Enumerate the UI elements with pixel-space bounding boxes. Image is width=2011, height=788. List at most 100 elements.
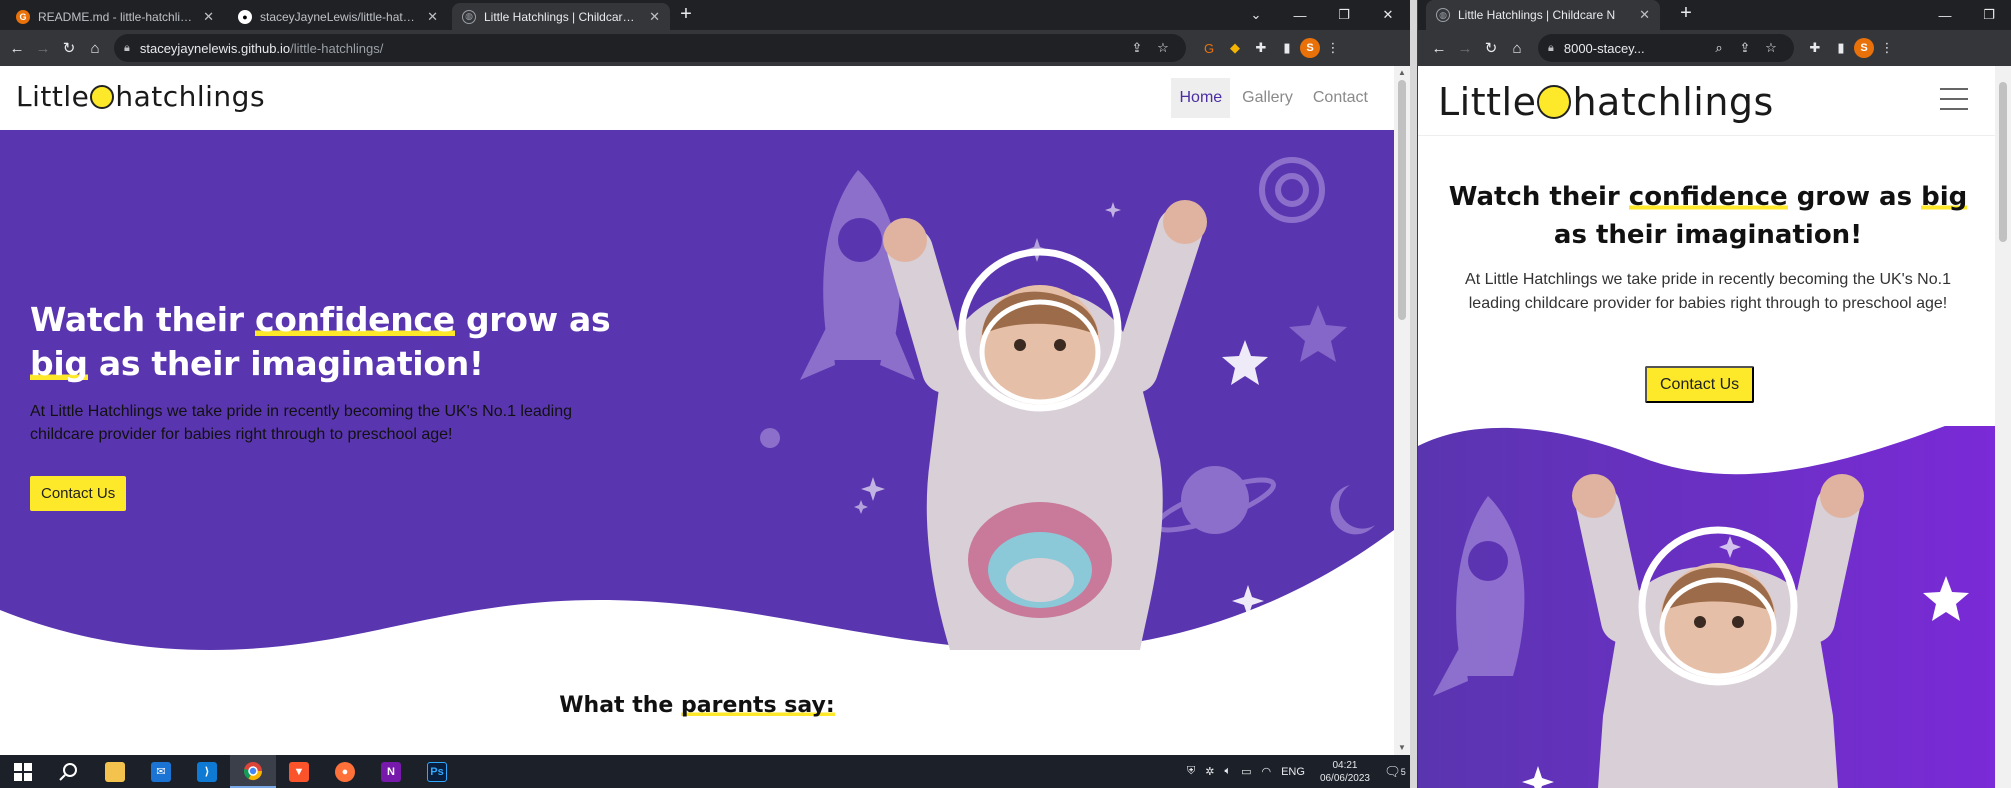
nav-link-gallery[interactable]: Gallery: [1234, 78, 1301, 118]
reload-icon[interactable]: ↻: [1478, 35, 1504, 61]
scrollbar-thumb[interactable]: [1999, 82, 2007, 242]
close-tab-icon[interactable]: ✕: [427, 9, 438, 25]
tab-title: Little Hatchlings | Childcare N: [1458, 8, 1616, 22]
profile-avatar[interactable]: S: [1300, 38, 1320, 58]
colorpicker-extension-icon[interactable]: ◆: [1224, 37, 1246, 59]
tab-github[interactable]: ● staceyJayneLewis/little-hatchlings ✕: [228, 3, 448, 30]
highlight-parents-say: parents say:: [681, 693, 835, 718]
scroll-up-icon[interactable]: ▲: [1394, 66, 1410, 80]
site-header: Little hatchlings: [1418, 66, 1996, 136]
vscode-icon[interactable]: ⟩: [184, 755, 230, 788]
website-viewport: Little hatchlings Home Gallery Contact W…: [0, 66, 1394, 755]
chick-logo-icon: [90, 84, 115, 109]
hero-lead-text: At Little Hatchlings we take pride in re…: [1465, 271, 1951, 312]
hero-headline: Watch their confidence grow as big as th…: [1448, 182, 1968, 250]
new-tab-button[interactable]: +: [674, 3, 698, 27]
system-tray: ⛨ ✲ 🔈︎ ▭ ◠ ENG 04:21 06/06/2023 🗨︎ 5: [1182, 755, 1410, 788]
address-text: 8000-stacey...: [1563, 40, 1645, 56]
side-panel-icon[interactable]: ▮: [1830, 37, 1852, 59]
gitpod-favicon-icon: G: [16, 9, 30, 24]
file-explorer-icon[interactable]: [92, 755, 138, 788]
extensions-puzzle-icon[interactable]: ✚: [1250, 37, 1272, 59]
testimonials-heading: What the parents say:: [559, 693, 835, 718]
minimize-button[interactable]: —: [1278, 0, 1322, 30]
battery-icon[interactable]: ▭: [1241, 765, 1251, 778]
minimize-button[interactable]: —: [1923, 0, 1967, 30]
address-bar[interactable]: 🔒︎ 8000-stacey... ⌕ ⇪ ☆: [1538, 34, 1794, 62]
forward-icon[interactable]: →: [30, 35, 56, 61]
site-logo[interactable]: Little hatchlings: [16, 80, 265, 113]
share-icon[interactable]: ⇪: [1734, 37, 1756, 59]
language-indicator[interactable]: ENG: [1281, 766, 1305, 778]
brave-icon[interactable]: ▼: [276, 755, 322, 788]
mail-icon[interactable]: ✉: [138, 755, 184, 788]
browser-toolbar: ← → ↻ ⌂ 🔒︎ 8000-stacey... ⌕ ⇪ ☆ ✚ ▮ S ⋮: [1418, 30, 2011, 66]
page-scrollbar[interactable]: [1995, 66, 2011, 788]
home-icon[interactable]: ⌂: [1504, 35, 1530, 61]
new-tab-button[interactable]: +: [1674, 2, 1698, 26]
contact-us-button[interactable]: Contact Us: [30, 476, 127, 511]
close-tab-icon[interactable]: ✕: [649, 9, 660, 25]
windows-start-icon[interactable]: [0, 755, 46, 788]
wifi-icon[interactable]: ◠: [1261, 765, 1271, 778]
contact-us-button[interactable]: Contact Us: [1645, 366, 1755, 403]
highlight-confidence: confidence: [1628, 182, 1788, 212]
search-icon[interactable]: [46, 755, 92, 788]
address-path: /little-hatchlings/: [290, 40, 384, 56]
tab-title: README.md - little-hatchlings - G: [38, 9, 196, 24]
forward-icon[interactable]: →: [1452, 35, 1478, 61]
side-panel-icon[interactable]: ▮: [1276, 37, 1298, 59]
tab-readme[interactable]: G README.md - little-hatchlings - G ✕: [6, 3, 224, 30]
page-scrollbar[interactable]: ▲ ▼: [1394, 66, 1410, 755]
back-icon[interactable]: ←: [1426, 35, 1452, 61]
extensions-puzzle-icon[interactable]: ✚: [1804, 37, 1826, 59]
tab-little-hatchlings[interactable]: ◍ Little Hatchlings | Childcare N ✕: [1426, 0, 1660, 30]
tab-search-icon[interactable]: ⌄: [1234, 0, 1278, 30]
photoshop-icon[interactable]: Ps: [414, 755, 460, 788]
close-tab-icon[interactable]: ✕: [203, 9, 214, 25]
site-logo[interactable]: Little hatchlings: [1438, 80, 1774, 124]
home-icon[interactable]: ⌂: [82, 35, 108, 61]
tab-strip: ◍ Little Hatchlings | Childcare N ✕ + — …: [1418, 0, 2011, 30]
restore-button[interactable]: ❐: [1967, 0, 2011, 30]
clock-date: 06/06/2023: [1319, 772, 1370, 784]
lock-icon: 🔒︎: [124, 41, 130, 54]
back-icon[interactable]: ←: [4, 35, 30, 61]
chrome-icon[interactable]: [230, 755, 276, 788]
reload-icon[interactable]: ↻: [56, 35, 82, 61]
highlight-big: big: [30, 344, 88, 383]
main-nav: Home Gallery Contact: [1167, 78, 1376, 118]
settings-icon[interactable]: ✲: [1205, 765, 1214, 778]
close-tab-icon[interactable]: ✕: [1639, 7, 1650, 23]
scrollbar-thumb[interactable]: [1398, 80, 1406, 320]
share-icon[interactable]: ⇪: [1126, 37, 1148, 59]
bookmark-star-icon[interactable]: ☆: [1152, 37, 1174, 59]
hamburger-menu-icon[interactable]: [1940, 88, 1968, 110]
menu-kebab-icon[interactable]: ⋮: [1876, 37, 1898, 59]
website-viewport-mobile: Little hatchlings Watch their confidence…: [1418, 66, 1996, 788]
restore-button[interactable]: ❐: [1322, 0, 1366, 30]
menu-kebab-icon[interactable]: ⋮: [1322, 37, 1344, 59]
shield-icon[interactable]: ⛨: [1187, 765, 1195, 778]
site-header: Little hatchlings Home Gallery Contact: [0, 66, 1394, 130]
hero-headline: Watch their confidence grow as big as th…: [30, 300, 611, 383]
nav-link-home[interactable]: Home: [1171, 78, 1231, 118]
scroll-down-icon[interactable]: ▼: [1394, 741, 1410, 755]
desktop-screen: G README.md - little-hatchlings - G ✕ ● …: [0, 0, 2011, 788]
gitpod-extension-icon[interactable]: G: [1198, 37, 1220, 59]
volume-icon[interactable]: 🔈︎: [1224, 765, 1231, 778]
zoom-icon[interactable]: ⌕: [1708, 37, 1730, 59]
logo-text-right: hatchlings: [115, 80, 266, 113]
address-bar[interactable]: 🔒︎ staceyjaynelewis.github.io/little-hat…: [114, 34, 1186, 62]
close-window-button[interactable]: ✕: [1366, 0, 1410, 30]
lock-icon: 🔒︎: [1548, 41, 1554, 54]
onenote-icon[interactable]: N: [368, 755, 414, 788]
profile-avatar[interactable]: S: [1854, 38, 1874, 58]
notification-center-icon[interactable]: 🗨︎ 5: [1380, 755, 1410, 788]
bookmark-star-icon[interactable]: ☆: [1760, 37, 1782, 59]
nav-link-contact[interactable]: Contact: [1305, 78, 1376, 118]
taskbar-clock[interactable]: 04:21 06/06/2023: [1320, 759, 1370, 785]
github-icon: ●: [238, 9, 252, 24]
tab-little-hatchlings[interactable]: ◍ Little Hatchlings | Childcare Nurs ✕: [452, 3, 670, 30]
firefox-icon[interactable]: ●: [322, 755, 368, 788]
